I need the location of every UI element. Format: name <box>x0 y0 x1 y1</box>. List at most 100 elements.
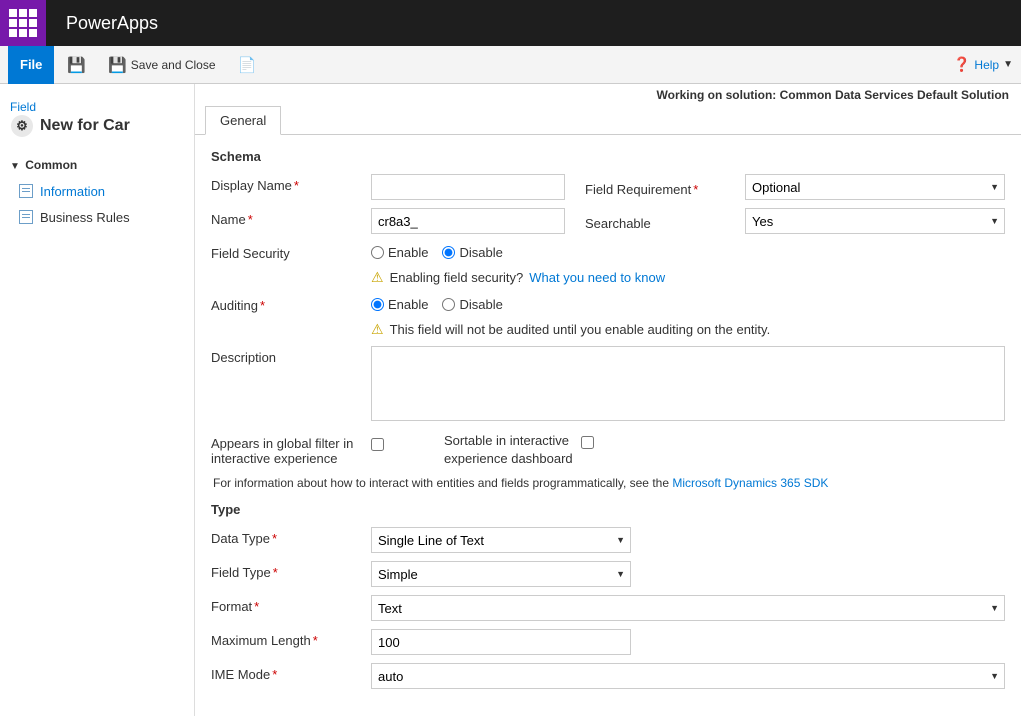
max-length-label: Maximum Length* <box>211 629 371 648</box>
save-icon: 💾 <box>67 56 86 74</box>
main-content: Working on solution: Common Data Service… <box>195 84 1021 716</box>
field-type-control: Simple Calculated Rollup <box>371 561 1005 587</box>
sdk-info-row: For information about how to interact wi… <box>211 476 1005 490</box>
business-rules-nav-icon <box>18 209 34 225</box>
field-security-enable-option[interactable]: Enable <box>371 245 428 260</box>
auditing-required: * <box>260 298 265 313</box>
display-name-control <box>371 174 565 200</box>
field-security-radio-group: Enable Disable <box>371 242 1005 260</box>
global-filter-label: Appears in global filter in interactive … <box>211 432 371 466</box>
format-control: Text Email URL Phone <box>371 595 1005 621</box>
field-type-label: Field Type* <box>211 561 371 580</box>
tab-general[interactable]: General <box>205 106 281 135</box>
information-nav-icon <box>18 183 34 199</box>
type-section-title: Type <box>211 502 1005 517</box>
sidebar-entity-name: ⚙ New for Car <box>10 114 184 138</box>
extra-icon: 📄 <box>238 56 257 74</box>
ime-mode-select[interactable]: auto active inactive disabled <box>371 663 1005 689</box>
auditing-warning-icon: ⚠ <box>371 321 384 338</box>
data-type-select[interactable]: Single Line of Text Whole Number Decimal… <box>371 527 631 553</box>
description-input[interactable] <box>371 346 1005 421</box>
format-select[interactable]: Text Email URL Phone <box>371 595 1005 621</box>
field-requirement-group: Field Requirement* Optional Business Rec… <box>585 174 1005 200</box>
help-dropdown-icon[interactable]: ▼ <box>1003 59 1013 70</box>
display-name-required: * <box>294 178 299 193</box>
auditing-enable-radio[interactable] <box>371 298 384 311</box>
format-select-wrapper: Text Email URL Phone <box>371 595 1005 621</box>
toolbar-left: File 💾 💾 Save and Close 📄 <box>8 46 265 84</box>
field-security-row: Field Security Enable Disable <box>211 242 1005 261</box>
app-launcher-button[interactable] <box>0 0 46 46</box>
field-security-disable-radio[interactable] <box>442 246 455 259</box>
ime-mode-label: IME Mode* <box>211 663 371 682</box>
description-row: Description <box>211 346 1005 424</box>
auditing-disable-radio[interactable] <box>442 298 455 311</box>
sidebar-section-common: ▼ Common <box>0 152 194 178</box>
max-length-control <box>371 629 1005 655</box>
ime-mode-control: auto active inactive disabled <box>371 663 1005 689</box>
save-button[interactable]: 💾 <box>58 52 95 78</box>
entity-icon: ⚙ <box>10 114 34 138</box>
field-security-link[interactable]: What you need to know <box>529 270 665 285</box>
collapse-icon: ▼ <box>10 161 20 172</box>
display-name-input[interactable] <box>371 174 565 200</box>
auditing-label: Auditing* <box>211 294 371 313</box>
name-label: Name* <box>211 208 371 227</box>
global-filter-checkbox-wrapper <box>371 432 384 454</box>
data-type-row: Data Type* Single Line of Text Whole Num… <box>211 527 1005 553</box>
sidebar-item-business-rules[interactable]: Business Rules <box>0 204 194 230</box>
save-close-icon: 💾 <box>108 56 127 74</box>
field-security-disable-option[interactable]: Disable <box>442 245 502 260</box>
auditing-disable-option[interactable]: Disable <box>442 297 502 312</box>
toolbar-right: ❓ Help ▼ <box>953 56 1013 73</box>
auditing-warning-row: ⚠ This field will not be audited until y… <box>211 321 1005 338</box>
name-required: * <box>248 212 253 227</box>
data-type-label: Data Type* <box>211 527 371 546</box>
help-icon: ❓ <box>953 56 970 73</box>
max-length-input[interactable] <box>371 629 631 655</box>
field-type-select[interactable]: Simple Calculated Rollup <box>371 561 631 587</box>
searchable-select-wrapper: Yes No <box>745 208 1005 234</box>
toolbar: File 💾 💾 Save and Close 📄 ❓ Help ▼ <box>0 46 1021 84</box>
solution-bar: Working on solution: Common Data Service… <box>195 84 1021 106</box>
ime-mode-select-wrapper: auto active inactive disabled <box>371 663 1005 689</box>
field-requirement-select-wrapper: Optional Business Recommended Business R… <box>745 174 1005 200</box>
sidebar-item-information[interactable]: Information <box>0 178 194 204</box>
max-length-row: Maximum Length* <box>211 629 1005 655</box>
warning-triangle-icon: ⚠ <box>371 269 384 286</box>
searchable-select[interactable]: Yes No <box>745 208 1005 234</box>
auditing-control: Enable Disable <box>371 294 1005 312</box>
field-security-label: Field Security <box>211 242 371 261</box>
auditing-enable-option[interactable]: Enable <box>371 297 428 312</box>
file-button[interactable]: File <box>8 46 54 84</box>
searchable-group: Searchable Yes No <box>585 208 1005 234</box>
name-row: Name* Searchable Yes No <box>211 208 1005 234</box>
format-row: Format* Text Email URL Phone <box>211 595 1005 621</box>
waffle-icon <box>9 9 37 37</box>
field-type-row: Field Type* Simple Calculated Rollup <box>211 561 1005 587</box>
name-control <box>371 208 565 234</box>
save-and-close-button[interactable]: 💾 Save and Close <box>99 52 224 78</box>
extra-toolbar-button[interactable]: 📄 <box>229 52 266 78</box>
sidebar-header: Field ⚙ New for Car <box>0 94 194 144</box>
field-security-enable-radio[interactable] <box>371 246 384 259</box>
form-content: Schema Display Name* Field Requirement* … <box>195 135 1021 711</box>
tab-bar: General <box>195 106 1021 135</box>
field-requirement-label: Field Requirement* <box>585 178 745 197</box>
display-name-label: Display Name* <box>211 174 371 193</box>
format-label: Format* <box>211 595 371 614</box>
auditing-row: Auditing* Enable Disable <box>211 294 1005 313</box>
field-requirement-select[interactable]: Optional Business Recommended Business R… <box>745 174 1005 200</box>
sidebar-entity-label: Field <box>10 100 184 114</box>
global-filter-row: Appears in global filter in interactive … <box>211 432 1005 468</box>
gear-icon: ⚙ <box>11 115 33 137</box>
sdk-link[interactable]: Microsoft Dynamics 365 SDK <box>672 476 828 490</box>
name-input[interactable] <box>371 208 565 234</box>
sortable-checkbox[interactable] <box>581 436 594 449</box>
display-name-row: Display Name* Field Requirement* Optiona… <box>211 174 1005 200</box>
global-filter-checkbox[interactable] <box>371 438 384 451</box>
auditing-radio-group: Enable Disable <box>371 294 1005 312</box>
content-area: Field ⚙ New for Car ▼ Common Information… <box>0 84 1021 716</box>
help-link[interactable]: Help <box>974 58 999 72</box>
sidebar: Field ⚙ New for Car ▼ Common Information… <box>0 84 195 716</box>
